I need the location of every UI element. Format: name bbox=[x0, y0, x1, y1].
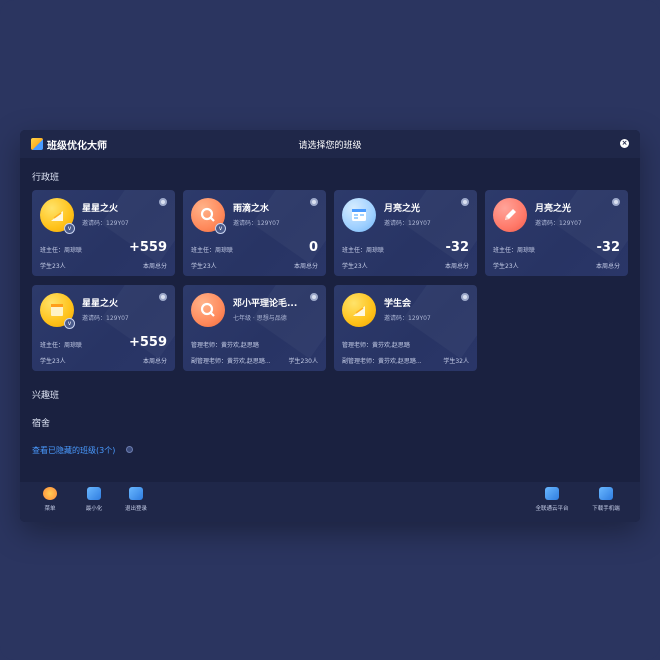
card-teacher: 班主任：周琼联 bbox=[342, 247, 385, 254]
card-code: 邀请码：129Y07 bbox=[233, 220, 280, 227]
card-vice-manager: 副管理老师：黄芬欢,赵思踏... bbox=[342, 358, 422, 365]
card-name: 雨滴之水 bbox=[233, 204, 270, 214]
section-admin: 行政班 bbox=[32, 173, 60, 183]
card-code: 邀请码：129Y07 bbox=[384, 220, 431, 227]
card-manager: 管理老师：黄芬欢,赵思踏 bbox=[342, 342, 410, 349]
logout-button[interactable]: 退出登录 bbox=[116, 487, 156, 512]
card-score-label: 本周总分 bbox=[142, 263, 167, 270]
mobile-download-button[interactable]: 下载手机端 bbox=[586, 487, 626, 512]
card-teacher: 班主任：周琼联 bbox=[40, 247, 83, 254]
settings-gear-icon[interactable] bbox=[159, 293, 167, 301]
verified-badge: v bbox=[64, 223, 75, 234]
mobile-label: 下载手机端 bbox=[592, 506, 620, 512]
settings-gear-icon[interactable] bbox=[612, 198, 620, 206]
avatar bbox=[493, 198, 527, 232]
card-students: 学生23人 bbox=[191, 263, 217, 270]
settings-gear-icon[interactable] bbox=[310, 198, 318, 206]
card-teacher: 班主任：周琼联 bbox=[40, 342, 83, 349]
class-card[interactable]: v 雨滴之水 邀请码：129Y07 班主任：周琼联 0 学生23人 本周总分 bbox=[183, 190, 326, 276]
card-score-label: 本周总分 bbox=[142, 358, 167, 365]
phone-download-icon bbox=[599, 487, 613, 500]
cloud-platform-icon bbox=[545, 487, 559, 500]
card-students: 学生23人 bbox=[493, 263, 519, 270]
card-score: 0 bbox=[308, 240, 318, 255]
title-bar: 班级优化大师 请选择您的班级 × bbox=[20, 130, 640, 158]
box-icon bbox=[51, 304, 63, 316]
verified-badge: v bbox=[64, 318, 75, 329]
card-name: 星星之火 bbox=[82, 204, 119, 214]
platform-button[interactable]: 全联通云平台 bbox=[532, 487, 572, 512]
card-manager: 管理老师：黄芬欢,赵思踏 bbox=[191, 342, 259, 349]
card-students: 学生23人 bbox=[40, 263, 66, 270]
class-card[interactable]: 月亮之光 邀请码：129Y07 班主任：周琼联 -32 学生23人 本周总分 bbox=[485, 190, 628, 276]
class-card[interactable]: 月亮之光 邀请码：129Y07 班主任：周琼联 -32 学生23人 本周总分 bbox=[334, 190, 477, 276]
card-score-label: 本周总分 bbox=[293, 263, 318, 270]
card-name: 星星之火 bbox=[82, 299, 119, 309]
calendar-icon bbox=[352, 209, 366, 221]
settings-gear-icon[interactable] bbox=[159, 198, 167, 206]
mascot-icon bbox=[43, 487, 57, 500]
avatar bbox=[342, 293, 376, 327]
card-code: 邀请码：129Y07 bbox=[384, 315, 431, 322]
hidden-classes-link[interactable]: 查看已隐藏的班级(3个) bbox=[32, 445, 115, 456]
card-teacher: 班主任：周琼联 bbox=[493, 247, 536, 254]
card-score: -32 bbox=[596, 240, 621, 255]
menu-label: 菜单 bbox=[44, 506, 56, 512]
class-card[interactable]: v 星星之火 邀请码：129Y07 班主任：周琼联 +559 学生23人 本周总… bbox=[32, 190, 175, 276]
card-score-label: 本周总分 bbox=[595, 263, 620, 270]
section-dorm[interactable]: 宿舍 bbox=[32, 416, 50, 429]
card-students: 学生32人 bbox=[443, 358, 469, 365]
window-title: 请选择您的班级 bbox=[298, 141, 362, 151]
card-code: 邀请码：129Y07 bbox=[82, 315, 129, 322]
magnifier-icon bbox=[200, 302, 215, 317]
menu-button[interactable]: 菜单 bbox=[30, 487, 70, 512]
chevron-right-icon[interactable] bbox=[126, 446, 133, 453]
card-score-label: 本周总分 bbox=[444, 263, 469, 270]
class-card[interactable]: v 星星之火 邀请码：129Y07 班主任：周琼联 +559 学生23人 本周总… bbox=[32, 285, 175, 371]
card-name: 邓小平理论毛... bbox=[233, 299, 298, 309]
settings-gear-icon[interactable] bbox=[461, 198, 469, 206]
card-name: 月亮之光 bbox=[535, 204, 572, 214]
section-interest[interactable]: 兴趣班 bbox=[32, 388, 59, 401]
card-name: 学生会 bbox=[384, 299, 412, 309]
card-score: +559 bbox=[128, 335, 167, 350]
card-code: 邀请码：129Y07 bbox=[535, 220, 582, 227]
flag-icon bbox=[51, 211, 63, 221]
minimize-icon bbox=[87, 487, 101, 500]
app-window: 班级优化大师 请选择您的班级 × 行政班 v 星星之火 邀请码：129Y07 班… bbox=[20, 130, 640, 522]
minimize-button[interactable]: 最小化 bbox=[74, 487, 114, 512]
card-score: -32 bbox=[445, 240, 470, 255]
verified-badge: v bbox=[215, 223, 226, 234]
bottom-toolbar: 菜单 最小化 退出登录 全联通云平台 下载手机端 bbox=[20, 482, 640, 522]
card-code: 邀请码：129Y07 bbox=[82, 220, 129, 227]
settings-gear-icon[interactable] bbox=[310, 293, 318, 301]
card-name: 月亮之光 bbox=[384, 204, 421, 214]
logout-label: 退出登录 bbox=[124, 506, 147, 512]
class-card[interactable]: 学生会 邀请码：129Y07 管理老师：黄芬欢,赵思踏 副管理老师：黄芬欢,赵思… bbox=[334, 285, 477, 371]
logout-icon bbox=[129, 487, 143, 500]
card-students: 学生23人 bbox=[342, 263, 368, 270]
settings-gear-icon[interactable] bbox=[461, 293, 469, 301]
card-students: 学生23人 bbox=[40, 358, 66, 365]
class-card[interactable]: 邓小平理论毛... 七年级 · 思想与品德 管理老师：黄芬欢,赵思踏 副管理老师… bbox=[183, 285, 326, 371]
magnifier-icon bbox=[200, 207, 215, 222]
card-teacher: 班主任：周琼联 bbox=[191, 247, 234, 254]
card-score: +559 bbox=[128, 240, 167, 255]
pencil-icon bbox=[505, 209, 516, 220]
minimize-label: 最小化 bbox=[85, 506, 103, 512]
flag-icon bbox=[353, 306, 365, 316]
avatar bbox=[191, 293, 225, 327]
close-icon[interactable]: × bbox=[620, 139, 629, 148]
platform-label: 全联通云平台 bbox=[535, 506, 569, 512]
card-grade: 七年级 · 思想与品德 bbox=[233, 315, 287, 322]
avatar bbox=[342, 198, 376, 232]
card-vice-manager: 副管理老师：黄芬欢,赵思踏... bbox=[191, 358, 271, 365]
card-students: 学生230人 bbox=[288, 358, 318, 365]
